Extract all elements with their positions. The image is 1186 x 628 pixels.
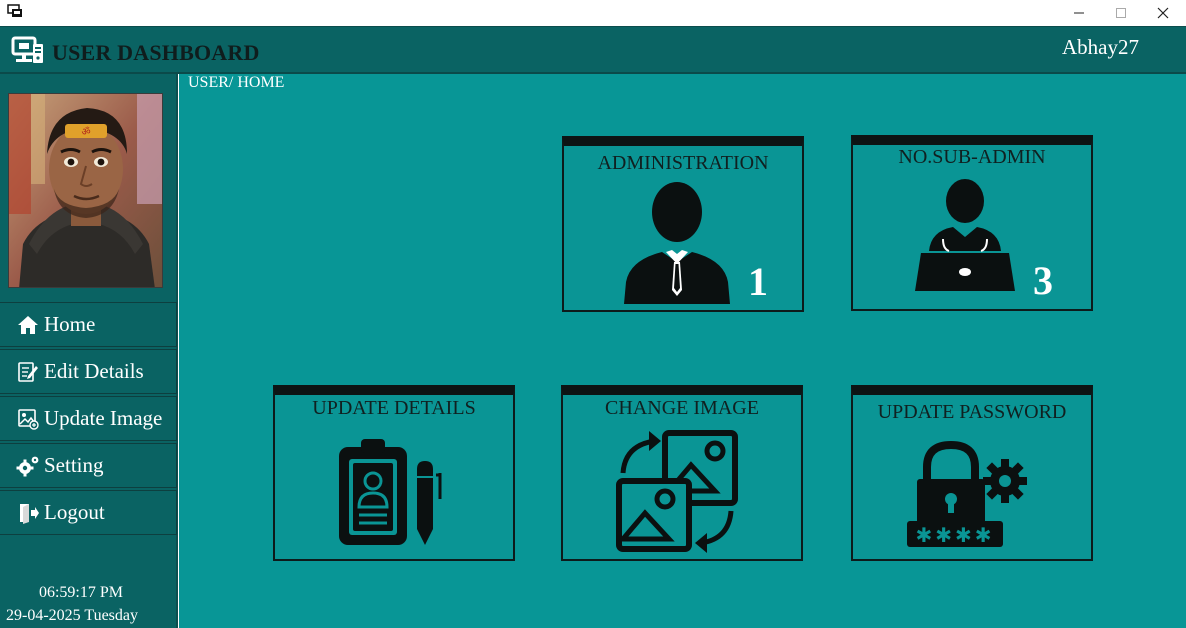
edit-document-icon — [15, 361, 41, 383]
sub-admin-card[interactable]: NO.SUB-ADMIN 3 — [851, 135, 1093, 311]
home-icon — [15, 314, 41, 336]
maximize-icon — [1116, 8, 1126, 18]
app-window-icon — [7, 4, 22, 17]
change-image-card[interactable]: CHANGE IMAGE — [561, 385, 803, 561]
app-title: USER DASHBOARD — [52, 40, 260, 65]
clipboard-profile-icon — [339, 439, 442, 545]
sidebar-item-label: Setting — [44, 453, 104, 477]
dashboard-logo-icon — [11, 36, 43, 63]
app-header: USER DASHBOARD Abhay27 — [0, 26, 1186, 74]
image-edit-icon — [15, 408, 41, 430]
sidebar-item-label: Edit Details — [44, 359, 144, 383]
sidebar-item-logout[interactable]: Logout — [0, 490, 177, 535]
window-title-bar — [0, 0, 1186, 26]
close-icon — [1157, 7, 1169, 19]
logout-icon — [15, 502, 41, 524]
clock-time: 06:59:17 PM — [38, 584, 123, 601]
maximize-button[interactable] — [1099, 0, 1143, 26]
admin-user-icon — [624, 182, 730, 304]
update-details-card[interactable]: UPDATE DETAILS — [273, 385, 515, 561]
sidebar-item-update-image[interactable]: Update Image — [0, 396, 177, 441]
administration-card[interactable]: ADMINISTRATION 1 — [562, 136, 804, 312]
sidebar-item-label: Home — [44, 312, 96, 336]
username-label: Abhay27 — [1062, 35, 1139, 59]
minimize-icon — [1074, 12, 1084, 14]
sidebar-item-label: Logout — [44, 500, 105, 524]
svg-text:✱✱✱✱: ✱✱✱✱ — [915, 523, 994, 547]
avatar: ॐ — [8, 93, 163, 288]
profile-photo: ॐ — [9, 94, 162, 287]
sidebar-item-setting[interactable]: Setting — [0, 443, 177, 488]
sidebar: ॐ Home Edit Details Update Image Setting… — [0, 74, 178, 628]
minimize-button[interactable] — [1057, 0, 1101, 26]
close-button[interactable] — [1141, 0, 1185, 26]
lock-password-icon: ✱✱✱✱ — [907, 441, 1027, 547]
breadcrumb: USER/ HOME — [188, 74, 285, 91]
sidebar-item-home[interactable]: Home — [0, 302, 177, 347]
update-password-card[interactable]: UPDATE PASSWORD ✱✱✱✱ — [851, 385, 1093, 561]
sidebar-item-edit-details[interactable]: Edit Details — [0, 349, 177, 394]
gears-icon — [15, 455, 41, 477]
card-title: NO.SUB-ADMIN — [898, 146, 1046, 168]
clock-date: 29-04-2025 Tuesday — [6, 607, 139, 624]
svg-text:ॐ: ॐ — [81, 126, 90, 138]
card-title: UPDATE PASSWORD — [877, 401, 1067, 423]
card-title: ADMINISTRATION — [597, 152, 769, 174]
laptop-user-icon — [915, 179, 1015, 291]
card-title: CHANGE IMAGE — [605, 397, 759, 419]
swap-images-icon — [616, 430, 738, 553]
main-content: USER/ HOME ADMINISTRATION 1 NO.SUB-ADMIN… — [179, 74, 1186, 628]
card-count: 3 — [1033, 258, 1053, 303]
sidebar-item-label: Update Image — [44, 406, 163, 430]
card-title: UPDATE DETAILS — [312, 397, 476, 419]
card-count: 1 — [748, 259, 768, 304]
